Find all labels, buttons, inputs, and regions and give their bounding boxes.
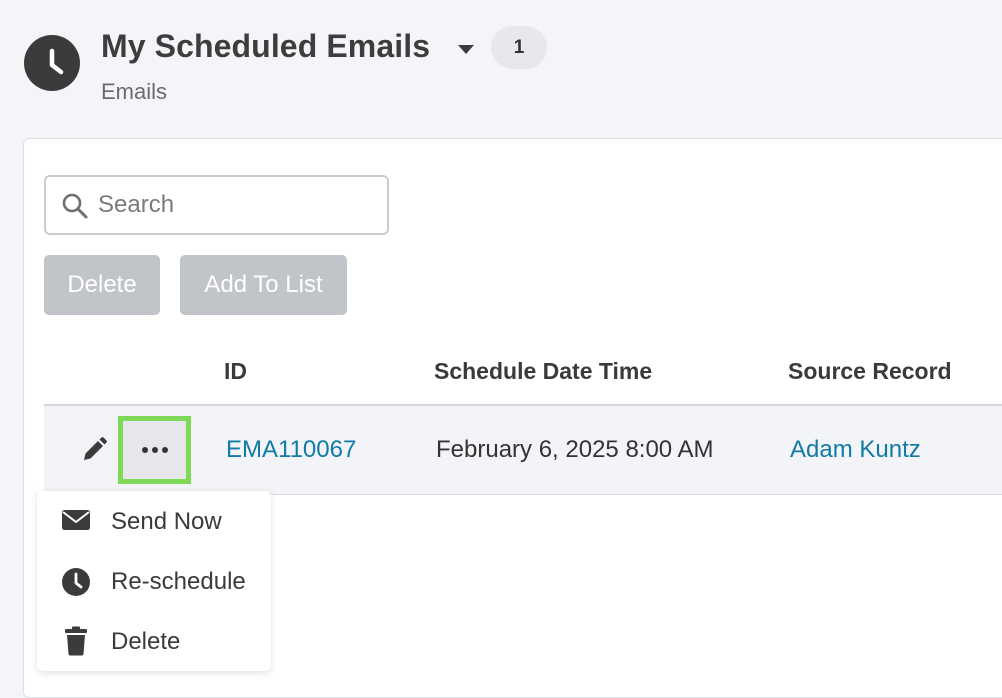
menu-item-label: Re-schedule	[111, 568, 246, 595]
page-title: My Scheduled Emails	[101, 28, 431, 64]
count-badge: 1	[491, 26, 547, 69]
search-input[interactable]	[98, 187, 378, 223]
chevron-down-icon[interactable]	[456, 42, 476, 56]
menu-item-label: Delete	[111, 628, 181, 655]
column-header-source-record[interactable]: Source Record	[788, 358, 952, 385]
schedule-date-time: February 6, 2025 8:00 AM	[436, 436, 714, 463]
clock-icon	[62, 568, 90, 596]
menu-item-label: Send Now	[111, 508, 222, 535]
add-to-list-button[interactable]: Add To List	[180, 255, 347, 315]
menu-item-reschedule[interactable]: Re-schedule	[37, 551, 271, 611]
page-subtitle: Emails	[101, 79, 168, 104]
page-header: My Scheduled Emails 1 Emails	[0, 0, 1002, 140]
menu-item-delete[interactable]: Delete	[37, 611, 271, 671]
row-actions-button[interactable]	[118, 416, 191, 484]
search-box[interactable]	[44, 175, 389, 235]
source-record-link[interactable]: Adam Kuntz	[790, 436, 921, 464]
column-header-id[interactable]: ID	[224, 358, 247, 385]
row-actions-menu: Send Now Re-schedule Delete	[37, 491, 271, 671]
column-header-schedule-date-time[interactable]: Schedule Date Time	[434, 358, 652, 385]
clock-icon	[24, 35, 80, 91]
record-id-link[interactable]: EMA110067	[226, 436, 356, 464]
envelope-icon	[62, 510, 90, 530]
menu-item-send-now[interactable]: Send Now	[37, 491, 271, 551]
search-icon	[62, 193, 88, 219]
trash-icon	[65, 626, 87, 656]
more-horizontal-icon	[141, 447, 168, 453]
delete-button[interactable]: Delete	[44, 255, 160, 315]
pencil-icon[interactable]	[80, 436, 108, 464]
